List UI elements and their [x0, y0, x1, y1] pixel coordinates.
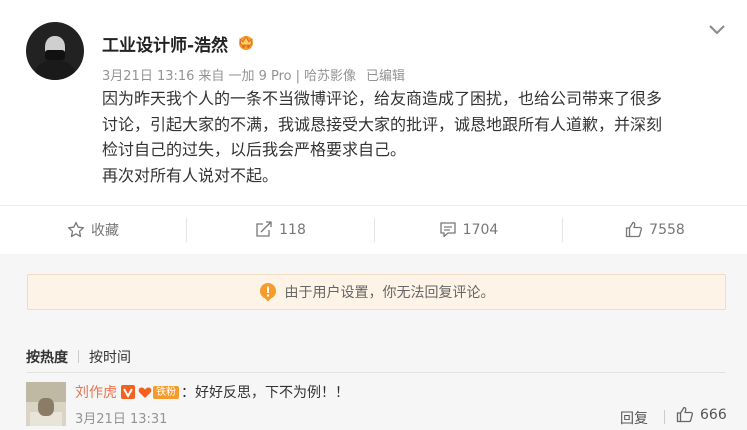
comment-like-count: 666 [700, 406, 727, 423]
post-edited[interactable]: 已编辑 [366, 69, 405, 84]
post-meta: 3月21日 13:16 来自 一加 9 Pro | 哈苏影像 已编辑 [102, 65, 409, 84]
comment-line: 刘作虎 铁粉 ：好好反思，下不为例！！ [75, 382, 349, 402]
comment-sort: 按热度 按时间 [26, 347, 131, 367]
thumbs-up-icon [676, 406, 694, 423]
fan-tag: 铁粉 [153, 385, 179, 399]
warning-icon [259, 283, 276, 302]
reply-disabled-notice: 由于用户设置，你无法回复评论。 [27, 274, 726, 310]
post-content-line: 再次对所有人说对不起。 [102, 165, 279, 185]
comment-like-button[interactable]: 666 [676, 406, 727, 423]
like-count: 7558 [649, 221, 685, 238]
comment-text: ：好好反思，下不为例！！ [181, 385, 349, 401]
sort-by-hot[interactable]: 按热度 [26, 350, 68, 366]
vip-crown-icon[interactable] [235, 33, 257, 51]
weibo-post: 工业设计师-浩然 3月21日 13:16 来自 一加 9 Pro | 哈苏影像 已编辑 因… [0, 0, 747, 205]
sort-separator [78, 350, 79, 363]
comment-count: 1704 [462, 221, 499, 238]
favorite-button[interactable]: 收藏 [0, 206, 186, 253]
meta-separator: | [295, 69, 300, 84]
comment-button[interactable]: 1704 [375, 206, 562, 253]
comment-panel: 由于用户设置，你无法回复评论。 按热度 按时间 刘作虎 铁粉 ：好好反思，下不为例… [0, 254, 747, 430]
post-date[interactable]: 3月21日 13:16 [102, 69, 194, 84]
reply-button[interactable]: 回复 [620, 408, 648, 428]
author-avatar[interactable] [26, 22, 84, 80]
post-content-line: 检讨自己的过失，以后我会严格要求自己。 [102, 140, 407, 159]
commenter-name[interactable]: 刘作虎 [75, 382, 117, 402]
fan-heart-icon [138, 387, 152, 398]
star-icon [68, 221, 84, 238]
favorite-label: 收藏 [91, 222, 119, 239]
notice-text: 由于用户设置，你无法回复评论。 [284, 285, 495, 301]
post-content: 因为昨天我个人的一条不当微博评论，给友商造成了困扰，也给公司带来了很多 讨论，引… [102, 86, 722, 188]
thumbs-up-icon [626, 221, 643, 238]
fan-badge[interactable]: 铁粉 [138, 385, 179, 399]
avatar-figure [38, 398, 54, 416]
comment-action-separator [664, 410, 665, 424]
verified-v-icon [121, 385, 135, 399]
comment-divider [26, 372, 726, 373]
post-camera[interactable]: 哈苏影像 [304, 69, 356, 84]
avatar-body [35, 60, 75, 80]
like-button[interactable]: 7558 [563, 206, 747, 253]
sort-by-time[interactable]: 按时间 [89, 350, 131, 366]
repost-button[interactable]: 118 [187, 206, 374, 253]
share-icon [256, 221, 272, 237]
comment-time: 3月21日 13:31 [75, 412, 168, 427]
avatar-mask [45, 50, 65, 60]
author-name[interactable]: 工业设计师-浩然 [102, 31, 228, 56]
post-source-prefix: 来自 [198, 69, 225, 84]
repost-count: 118 [279, 221, 306, 238]
action-bar: 收藏 118 1704 7558 [0, 206, 747, 253]
comment-icon [440, 222, 456, 238]
post-content-line: 因为昨天我个人的一条不当微博评论，给友商造成了困扰，也给公司带来了很多 [102, 89, 663, 108]
chevron-down-icon[interactable] [707, 22, 727, 38]
commenter-avatar[interactable] [26, 382, 66, 426]
post-device[interactable]: 一加 9 Pro [228, 69, 291, 84]
post-content-line: 讨论，引起大家的不满，我诚恳接受大家的批评，诚恳地跟所有人道歉，并深刻 [102, 114, 663, 134]
